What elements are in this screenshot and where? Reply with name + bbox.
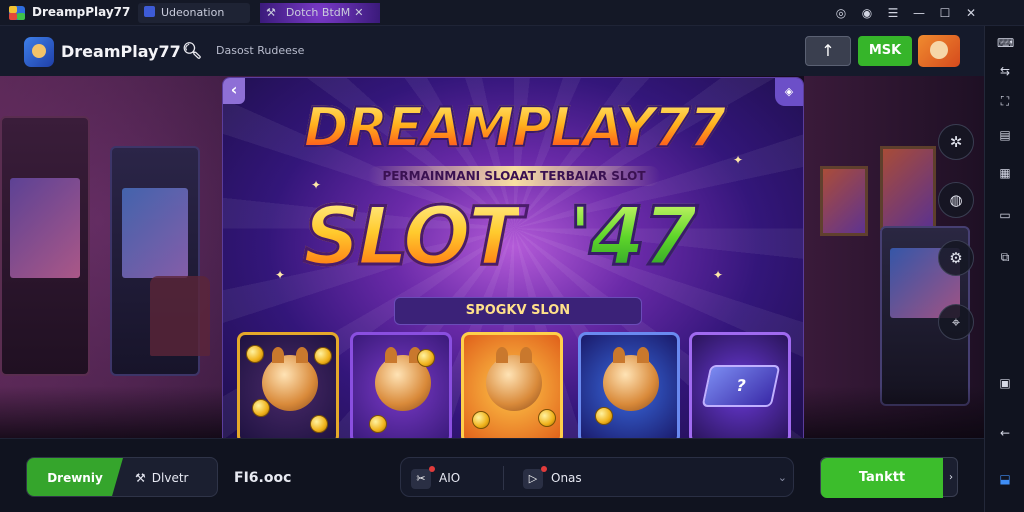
upload-button[interactable]: ↑ <box>805 36 851 66</box>
sparkle-icon: ✦ <box>733 153 744 167</box>
game-tiles: ? <box>237 332 793 444</box>
coin-icon <box>538 409 556 427</box>
chevron-right-icon[interactable]: › <box>945 458 957 498</box>
aio-label: AIO <box>439 471 461 485</box>
close-icon[interactable]: ✕ <box>962 4 980 22</box>
price-label: FI6.ooc <box>234 470 292 486</box>
gear-icon[interactable]: ⚙ <box>938 240 974 276</box>
promo-banner[interactable]: ‹ ◈ DREAMPLAY77 PERMAINMANI SLOAAT TERBA… <box>222 77 804 453</box>
mystery-box-tile[interactable]: ? <box>689 332 791 444</box>
play-icon: ▷ <box>523 468 543 489</box>
lounge-chair <box>150 276 210 356</box>
green-action-button[interactable]: MSK <box>858 36 912 66</box>
slot-word: SLOT <box>301 189 523 285</box>
app-header: DreamPlay77 🔍︎ Dasost Rudeese ↑ MSK <box>0 26 984 76</box>
right-sidebar: ⌨ ⇆ ⛶ ▤ ▦ ▭ ⧉ ▣ ← ⬓ <box>984 26 1024 512</box>
cta-group: Tanktt › <box>820 457 958 498</box>
aio-button[interactable]: ✂ AIO <box>411 458 460 498</box>
dog-character-icon <box>262 347 318 411</box>
slot-number: '47 <box>567 189 700 285</box>
coin-icon <box>595 407 613 425</box>
coin-icon <box>314 347 332 365</box>
wall-poster <box>880 146 936 230</box>
tab-udeonation[interactable]: Udeonation <box>138 3 250 23</box>
tab-dotch[interactable]: ⚒ Dotch BtdM ✕ <box>260 3 380 23</box>
coin-icon <box>310 415 328 433</box>
rotate-icon[interactable]: ▭ <box>997 208 1013 222</box>
keyboard-icon[interactable]: ⌨ <box>997 36 1014 50</box>
dog-character-icon <box>603 347 659 411</box>
arcade-machine-left <box>0 116 90 376</box>
volume-icon[interactable]: ▤ <box>997 128 1013 142</box>
coin-icon <box>417 349 435 367</box>
bluestacks-logo-icon <box>9 6 25 20</box>
gold-dog-tile[interactable] <box>461 332 563 444</box>
coin-icon <box>252 399 270 417</box>
back-icon[interactable]: ← <box>997 426 1013 440</box>
wall-poster <box>820 166 868 236</box>
tab-close-icon[interactable]: ✕ <box>354 6 363 19</box>
banner-title: DREAMPLAY77 <box>223 95 803 160</box>
tab-label: Dotch BtdM <box>285 6 351 19</box>
home-icon[interactable]: ⬓ <box>997 472 1013 486</box>
app-logo-icon <box>24 37 54 67</box>
settings-icon[interactable]: ✲ <box>938 124 974 160</box>
globe-icon[interactable]: ◍ <box>938 182 974 218</box>
blue-dog-tile[interactable] <box>578 332 680 444</box>
app-name: DreampPlay77 <box>32 5 131 19</box>
multi-instance-icon: ⚒ <box>266 6 276 19</box>
dog-character-icon <box>486 347 542 411</box>
tools-icon: ⚒ <box>135 471 146 485</box>
coin-icon <box>246 345 264 363</box>
segment-primary-button[interactable]: Drewniy <box>27 458 123 496</box>
banner-subtitle: PERMAINMANI SLOAAT TERBAIAR SLOT <box>368 166 660 186</box>
share-icon[interactable]: ⌖ <box>938 304 974 340</box>
app-icon <box>144 6 155 17</box>
search-input[interactable]: Dasost Rudeese <box>216 44 304 57</box>
segment-secondary-label: Dlvetr <box>151 471 189 485</box>
maximize-icon[interactable]: ☐ <box>936 4 954 22</box>
title-bar: DreampPlay77 Udeonation ⚒ Dotch BtdM ✕ ◎ ◉… <box>0 0 1024 26</box>
macro-icon[interactable]: ▣ <box>997 376 1013 390</box>
settings-icon[interactable]: ◉ <box>858 4 876 22</box>
party-dog-tile[interactable] <box>350 332 452 444</box>
arcade-screen <box>10 178 80 278</box>
onas-button[interactable]: ▷ Onas <box>523 458 582 498</box>
coin-icon <box>472 411 490 429</box>
bottom-bar: Drewniy ⚒ Dlvetr FI6.ooc ✂ AIO ▷ Onas ⌄ Tan… <box>0 438 984 512</box>
sparkle-icon: ✦ <box>275 268 286 282</box>
arcade-screen <box>122 188 188 278</box>
expand-icon[interactable]: ⇆ <box>997 64 1013 78</box>
menu-icon[interactable]: ☰ <box>884 4 902 22</box>
copy-icon[interactable]: ⧉ <box>997 250 1013 264</box>
search-icon[interactable]: 🔍︎ <box>182 41 202 60</box>
tab-label: Udeonation <box>161 6 225 19</box>
help-icon[interactable]: ◎ <box>832 4 850 22</box>
cta-button[interactable]: Tanktt <box>821 458 943 498</box>
mystery-box-icon: ? <box>701 365 781 407</box>
divider <box>503 466 504 490</box>
resize-icon[interactable]: ⛶ <box>997 94 1013 108</box>
minimize-icon[interactable]: — <box>910 4 928 22</box>
notification-dot <box>429 466 435 472</box>
avatar[interactable] <box>918 35 960 67</box>
page-title: DreamPlay77 <box>61 42 181 61</box>
game-pad-icon: ✂ <box>411 468 431 489</box>
notification-dot <box>541 466 547 472</box>
banner-pill[interactable]: SPOGKV SLON <box>394 297 642 325</box>
segment-secondary-button[interactable]: ⚒ Dlvetr <box>127 458 217 496</box>
chevron-down-icon[interactable]: ⌄ <box>778 458 787 498</box>
screenshot-icon[interactable]: ▦ <box>997 166 1013 180</box>
segment-control: Drewniy ⚒ Dlvetr <box>26 457 218 497</box>
coin-dog-tile[interactable] <box>237 332 339 444</box>
onas-label: Onas <box>551 471 582 485</box>
sparkle-icon: ✦ <box>713 268 724 282</box>
media-controls: ✂ AIO ▷ Onas ⌄ <box>400 457 794 497</box>
coin-icon <box>369 415 387 433</box>
